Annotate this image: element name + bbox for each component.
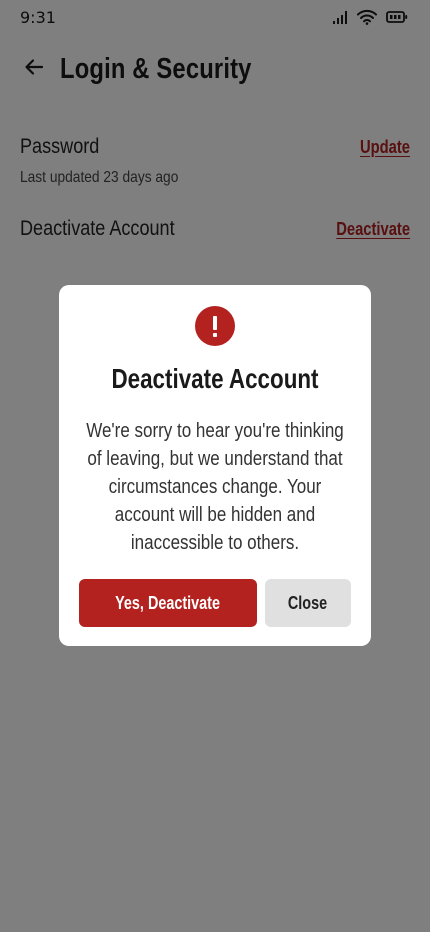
exclamation-alert-icon	[195, 306, 235, 346]
dialog-message: We're sorry to hear you're thinking of l…	[82, 417, 347, 557]
dialog-message-line: inaccessible to others.	[130, 532, 300, 554]
confirm-deactivate-button[interactable]: Yes, Deactivate	[79, 579, 257, 627]
dialog-message-line: We're sorry to hear you're thinking	[86, 420, 344, 442]
dialog-message-line: of leaving, but we understand that	[87, 448, 343, 470]
dialog-message-line: circumstances change. Your	[108, 476, 322, 498]
close-button[interactable]: Close	[265, 579, 351, 627]
dialog-message-line: account will be hidden and	[114, 504, 316, 526]
deactivate-dialog: Deactivate Account We're sorry to hear y…	[59, 285, 371, 646]
confirm-deactivate-label: Yes, Deactivate	[115, 592, 221, 613]
dialog-title: Deactivate Account	[111, 363, 319, 394]
close-button-label: Close	[288, 592, 328, 613]
